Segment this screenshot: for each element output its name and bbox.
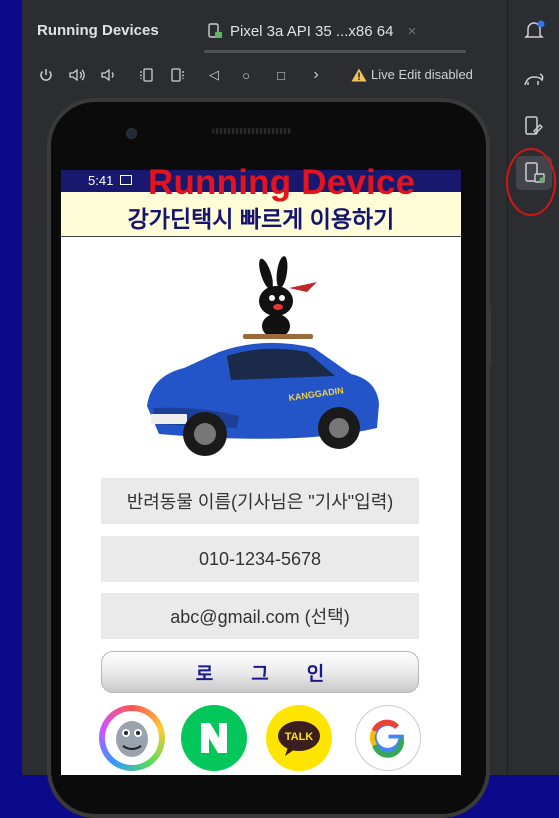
earpiece-speaker [212,128,292,134]
right-tool-strip [507,0,559,775]
kakao-talk-icon: TALK [278,721,320,756]
panel-title: Running Devices [37,22,159,39]
app-title: 강가딘택시 빠르게 이용하기 [127,206,395,232]
naver-login-button[interactable] [181,705,247,771]
mascot-avatar-icon [105,711,159,765]
gradle-icon[interactable] [522,68,546,92]
phone-side-button [488,305,491,365]
front-camera [126,128,137,139]
kakao-login-button[interactable]: TALK [266,705,332,771]
rotate-right-icon[interactable] [167,64,189,86]
pet-name-input[interactable]: 반려동물 이름(기사님은 "기사"입력) [101,478,419,524]
notifications-icon[interactable] [522,18,546,42]
close-icon[interactable]: × [407,23,416,40]
device-tab[interactable]: Pixel 3a API 35 ...x86 64 × [207,20,416,42]
device-screen[interactable]: 5:41 강가딘택시 빠르게 이용하기 KANGGADIN 반려동물 이름(기사… [61,170,461,775]
highlight-circle [506,148,556,216]
device-icon [208,23,222,38]
volume-down-icon[interactable] [97,64,119,86]
live-edit-label: Live Edit disabled [371,67,473,82]
phone-number-input[interactable]: 010-1234-5678 [101,536,419,582]
rabbit-mascot [243,256,317,339]
device-tab-label: Pixel 3a API 35 ...x86 64 [230,22,394,40]
volume-up-icon[interactable] [66,64,88,86]
device-toolbar: ◁ ○ □ › Live Edit disabled [22,58,507,92]
panel-header: Running Devices Pixel 3a API 35 ...x86 6… [22,0,507,53]
profile-login-button[interactable] [99,705,165,771]
email-input[interactable]: abc@gmail.com (선택) [101,593,419,639]
running-device-annotation: Running Device [148,163,416,202]
google-login-button[interactable] [355,705,421,771]
taxi-car: KANGGADIN [147,342,379,456]
live-edit-status[interactable]: Live Edit disabled [351,67,473,82]
kakao-label: TALK [285,731,314,743]
tab-underline [204,50,466,53]
naver-icon [201,723,227,753]
warning-icon [351,68,367,81]
google-icon [369,719,405,758]
status-time: 5:41 [88,173,114,188]
home-icon[interactable]: ○ [235,64,257,86]
taxi-car-image: KANGGADIN [147,256,379,456]
back-icon[interactable]: ◁ [203,64,225,86]
power-icon[interactable] [35,64,57,86]
rotate-left-icon[interactable] [135,64,157,86]
login-button[interactable]: 로그인 [101,651,419,693]
overview-icon[interactable]: □ [270,64,292,86]
social-login-row: TALK [99,705,459,775]
more-icon[interactable]: › [305,64,327,86]
notification-icon [120,175,132,185]
device-manager-icon[interactable] [522,114,546,138]
